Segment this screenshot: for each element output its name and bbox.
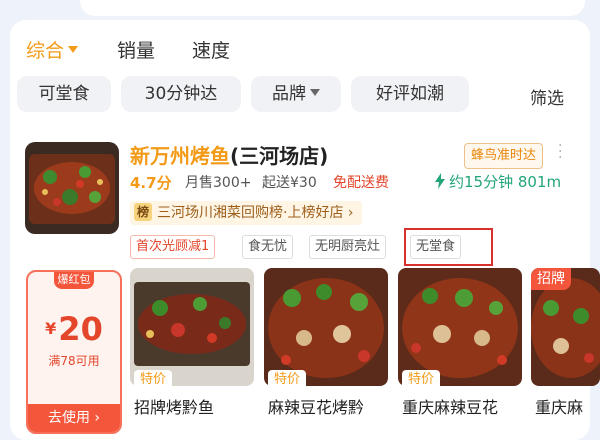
dish-card[interactable]: 特价 麻辣豆花烤黔 (264, 268, 388, 428)
grilled-fish-image (25, 142, 119, 234)
dish-card[interactable]: 招牌 重庆麻 (531, 268, 600, 428)
store-thumbnail[interactable] (25, 142, 119, 234)
coupon-tag: 爆红包 (54, 272, 94, 289)
promo-tag-first-order: 首次光顾减1 (130, 235, 216, 259)
dish-photo (398, 268, 522, 386)
dish-name: 重庆麻辣豆花 (402, 398, 499, 417)
dish-image (264, 268, 388, 386)
store-name-highlight: 新万州烤鱼 (130, 144, 230, 168)
rider-tag: 蜂鸟准时达 (464, 143, 544, 169)
dish-sale-tag: 特价 (402, 370, 441, 390)
dish-name: 麻辣豆花烤黔 (268, 398, 365, 417)
promo-tag-open-kitchen: 无明厨亮灶 (309, 235, 387, 259)
store-eta-text: 约15分钟 801m (449, 173, 562, 191)
store-min-price: 起送¥30 (262, 175, 317, 191)
chevron-down-icon (310, 88, 320, 96)
search-bar[interactable] (80, 0, 585, 16)
sort-tab-speed[interactable]: 速度 (192, 36, 230, 63)
dish-signature-badge: 招牌 (531, 268, 571, 290)
chip-dine-in[interactable]: 可堂食 (17, 76, 111, 112)
coupon-amount-value: 20 (58, 310, 103, 348)
chip-brand-label: 品牌 (272, 84, 306, 104)
dish-name: 重庆麻 (535, 398, 584, 417)
coupon-currency: ¥ (45, 319, 57, 338)
ranking-badge: 榜 (134, 203, 153, 221)
coupon-card[interactable]: 爆红包 ¥20 满78可用 去使用 › (26, 270, 122, 434)
lightning-icon (435, 173, 445, 189)
dish-sale-tag: 特价 (134, 370, 173, 390)
ranking-tag[interactable]: 榜三河场川湘菜回购榜·上榜好店 › (130, 201, 362, 225)
filter-button[interactable]: 筛选 (530, 84, 564, 109)
dish-card[interactable]: 特价 招牌烤黔鱼 (130, 268, 254, 428)
store-name-branch: (三河场店) (230, 144, 329, 168)
promo-tag-food-safety: 食无忧 (242, 235, 294, 259)
sort-tab-comprehensive[interactable]: 综合 (26, 36, 79, 63)
chip-30min[interactable]: 30分钟达 (121, 76, 241, 112)
chip-well-rated[interactable]: 好评如潮 (351, 76, 469, 112)
store-monthly-sales: 月售300+ (185, 175, 252, 191)
coupon-use-button[interactable]: 去使用 › (28, 404, 120, 432)
dish-image (398, 268, 522, 386)
dish-sale-tag: 特价 (268, 370, 307, 390)
coupon-condition: 满78可用 (48, 354, 100, 368)
sort-tab-label: 综合 (26, 40, 65, 62)
more-vertical-icon[interactable]: · · · (558, 139, 562, 165)
store-rating: 4.7分 (130, 174, 172, 192)
ranking-text: 三河场川湘菜回购榜·上榜好店 › (157, 205, 354, 221)
highlight-annotation-box (404, 228, 493, 266)
chevron-down-icon (68, 46, 79, 53)
store-eta: 约15分钟 801m (435, 171, 561, 192)
chip-brand[interactable]: 品牌 (251, 76, 341, 112)
sort-tab-sales[interactable]: 销量 (117, 36, 155, 63)
store-free-shipping: 免配送费 (333, 175, 389, 191)
dish-photo (264, 268, 388, 386)
coupon-amount: ¥20 (28, 310, 120, 348)
dish-card[interactable]: 特价 重庆麻辣豆花 (398, 268, 522, 428)
dish-image (130, 268, 254, 386)
store-name[interactable]: 新万州烤鱼(三河场店) (130, 140, 328, 169)
dish-name: 招牌烤黔鱼 (134, 398, 215, 417)
dish-photo (130, 268, 254, 386)
